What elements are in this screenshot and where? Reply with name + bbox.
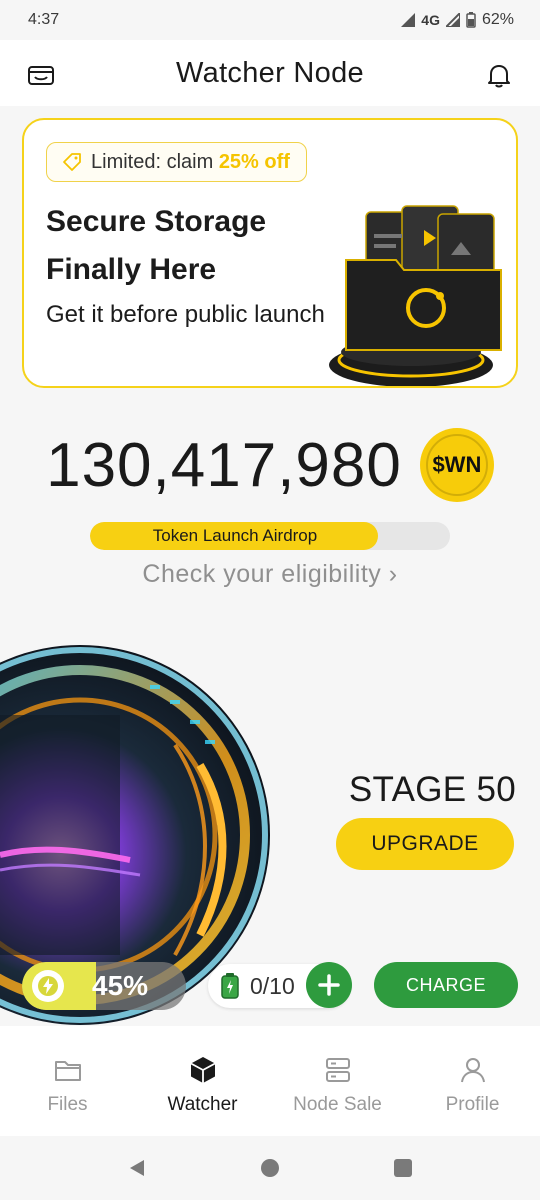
node-stage: STAGE 50 bbox=[348, 770, 516, 809]
energy-meter: 45% bbox=[22, 962, 186, 1010]
energy-percent: 45% bbox=[92, 970, 149, 1001]
battery-percent: 62% bbox=[481, 11, 514, 28]
network-type: 4G bbox=[421, 12, 440, 28]
chevron-right-icon: › bbox=[388, 560, 398, 588]
person-icon bbox=[460, 1058, 485, 1083]
home-icon[interactable] bbox=[259, 1157, 281, 1179]
token-badge[interactable]: $WN bbox=[419, 428, 494, 502]
nav-item-profile[interactable]: Profile bbox=[408, 1054, 538, 1116]
tag-icon bbox=[63, 153, 81, 171]
recents-icon[interactable] bbox=[392, 1157, 414, 1179]
nav-label-files: Files bbox=[47, 1094, 88, 1115]
back-icon[interactable] bbox=[126, 1157, 148, 1179]
signal-icon bbox=[401, 13, 416, 27]
page-title: Watcher Node bbox=[176, 56, 364, 89]
promo-title: Secure Storage Finally Here bbox=[46, 205, 267, 286]
server-icon bbox=[325, 1058, 350, 1082]
signal-strength-icon bbox=[445, 13, 460, 27]
promo-tag: Limited: claim 25% off bbox=[46, 142, 307, 182]
cube-icon bbox=[190, 1057, 215, 1083]
status-time: 4:37 bbox=[28, 11, 60, 28]
nav-item-files[interactable]: Files bbox=[3, 1054, 133, 1116]
status-indicators: 4G 62% bbox=[401, 11, 514, 29]
storage-folder-illustration bbox=[329, 205, 502, 386]
plus-icon bbox=[318, 974, 340, 996]
eligibility-text: Check your eligibility bbox=[142, 560, 382, 588]
token-balance: 130,417,980 bbox=[46, 430, 402, 500]
nav-label-watcher: Watcher bbox=[167, 1094, 238, 1115]
promo-discount: 25% off bbox=[218, 150, 290, 173]
add-charge-button[interactable] bbox=[306, 962, 352, 1008]
folder-icon bbox=[54, 1061, 81, 1081]
balance-row: 130,417,980 $WN bbox=[0, 420, 540, 510]
promo-tag-text: Limited: claim 25% off bbox=[91, 150, 290, 173]
bell-icon[interactable] bbox=[484, 60, 514, 90]
bottom-navigation: Files Watcher Node Sale Profile bbox=[0, 1026, 540, 1136]
lightning-icon bbox=[32, 970, 64, 1002]
system-navigation-bar bbox=[0, 1136, 540, 1200]
nav-label-node-sale: Node Sale bbox=[293, 1094, 382, 1115]
upgrade-button[interactable]: UPGRADE bbox=[336, 818, 514, 870]
wallet-icon[interactable] bbox=[26, 60, 56, 90]
nav-label-profile: Profile bbox=[445, 1094, 500, 1115]
battery-status-icon bbox=[466, 12, 476, 28]
token-symbol: $WN bbox=[432, 452, 482, 477]
airdrop-progress-bar[interactable]: Token Launch Airdrop bbox=[90, 522, 450, 550]
battery-icon bbox=[221, 973, 239, 999]
promo-subtitle: Get it before public launch bbox=[46, 301, 325, 328]
app-header: Watcher Node bbox=[0, 40, 540, 106]
promo-banner[interactable]: Limited: claim 25% off Secure Storage Fi… bbox=[22, 118, 518, 388]
nav-item-watcher[interactable]: Watcher bbox=[138, 1054, 268, 1116]
charges-count: 0/10 bbox=[250, 973, 295, 999]
status-bar: 4:37 4G 62% bbox=[0, 0, 540, 40]
check-eligibility-link[interactable]: Check your eligibility › bbox=[0, 560, 540, 589]
charge-button[interactable]: CHARGE bbox=[374, 962, 518, 1008]
airdrop-label: Token Launch Airdrop bbox=[152, 526, 318, 545]
nav-item-node-sale[interactable]: Node Sale bbox=[273, 1054, 403, 1116]
